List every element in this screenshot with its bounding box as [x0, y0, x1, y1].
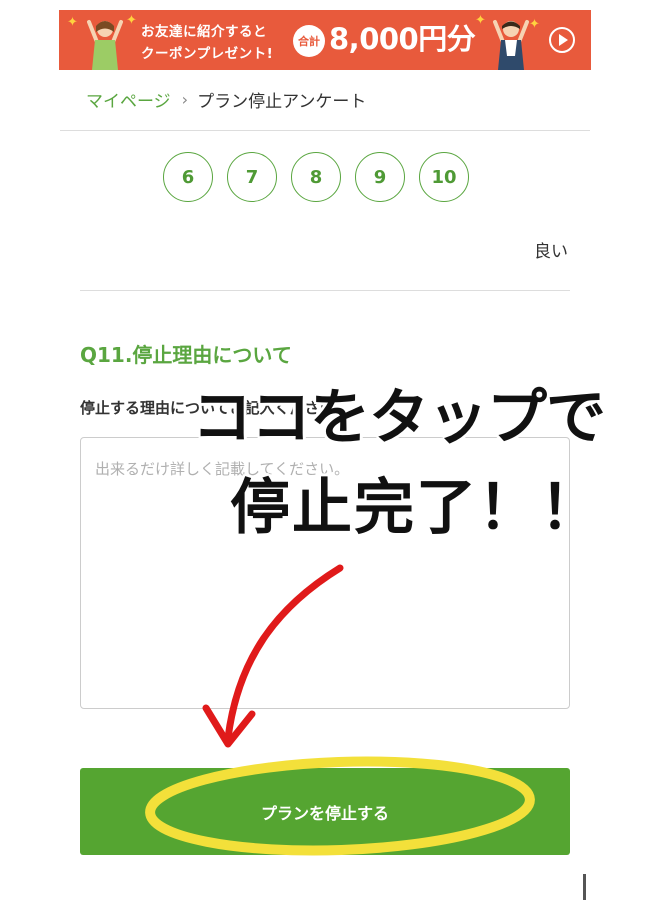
chevron-right-icon: › — [181, 89, 189, 109]
sparkle-icon: ✦ — [475, 13, 486, 28]
breadcrumb-current: プラン停止アンケート — [197, 91, 367, 112]
rating-good-label: 良い — [534, 242, 568, 262]
breadcrumb: マイページ › プラン停止アンケート — [86, 86, 366, 112]
question-title: Q11.停止理由について — [80, 343, 292, 367]
rating-option-10[interactable]: 10 — [419, 152, 469, 202]
play-icon[interactable] — [549, 27, 575, 53]
rating-option-7[interactable]: 7 — [227, 152, 277, 202]
stop-plan-button[interactable]: プランを停止する — [80, 768, 570, 855]
rating-option-9[interactable]: 9 — [355, 152, 405, 202]
rating-option-8[interactable]: 8 — [291, 152, 341, 202]
sparkle-icon: ✦ — [126, 13, 137, 28]
red-arrow-head — [202, 704, 256, 748]
divider — [80, 290, 570, 291]
rating-option-6[interactable]: 6 — [163, 152, 213, 202]
referral-banner[interactable]: ✦ ✦ ✦ ✦ お友達に紹介すると クーポンプレゼント! 合計 8,000円分 — [59, 10, 591, 70]
question-label: 停止する理由についてご記入ください — [80, 399, 335, 417]
divider — [60, 130, 590, 131]
scrollbar-thumb[interactable] — [583, 874, 586, 900]
banner-line-2: クーポンプレゼント! — [141, 46, 274, 62]
total-badge: 合計 — [293, 25, 325, 57]
banner-line-1: お友達に紹介すると — [141, 24, 267, 40]
woman-cheering-icon — [87, 20, 123, 70]
breadcrumb-mypage-link[interactable]: マイページ — [86, 87, 171, 112]
man-cheering-icon — [493, 20, 529, 70]
banner-amount: 8,000円分 — [329, 22, 476, 56]
reason-textarea[interactable] — [80, 437, 570, 709]
sparkle-icon: ✦ — [67, 15, 78, 30]
rating-options: 6 7 8 9 10 — [163, 152, 469, 202]
